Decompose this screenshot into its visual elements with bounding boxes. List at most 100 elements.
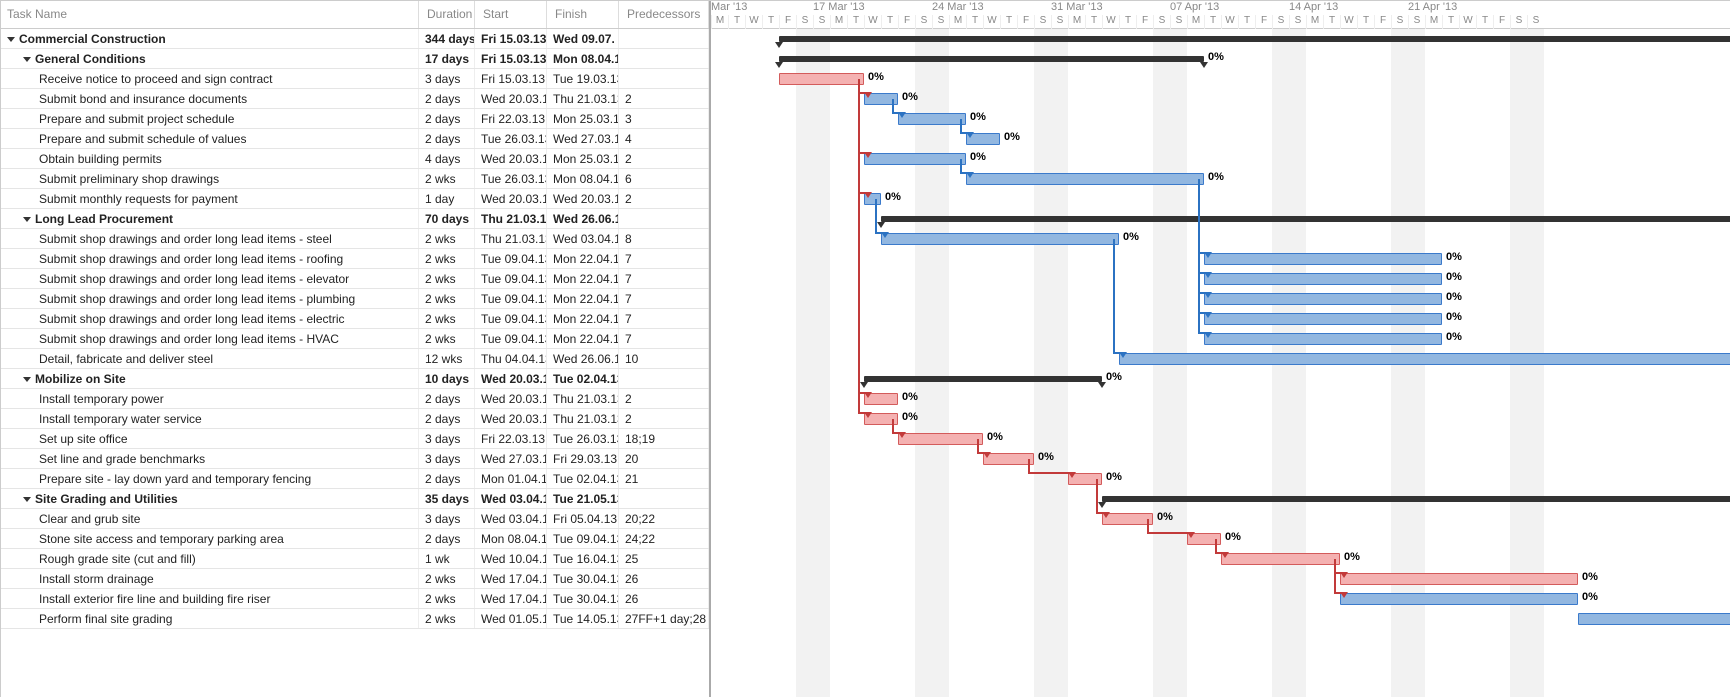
task-bar[interactable] (881, 233, 1119, 245)
cell-finish[interactable]: Mon 08.04.1 (547, 49, 619, 68)
cell-predecessors[interactable]: 2 (619, 149, 709, 168)
cell-finish[interactable]: Tue 21.05.13 (547, 489, 619, 508)
table-row[interactable]: Submit monthly requests for payment1 day… (1, 189, 709, 209)
cell-start[interactable]: Fri 22.03.13 (475, 429, 547, 448)
cell-duration[interactable]: 3 days (419, 429, 475, 448)
table-row[interactable]: Site Grading and Utilities35 daysWed 03.… (1, 489, 709, 509)
cell-name[interactable]: General Conditions (1, 49, 419, 68)
cell-name[interactable]: Commercial Construction (1, 29, 419, 48)
cell-predecessors[interactable]: 8 (619, 229, 709, 248)
collapse-icon[interactable] (7, 37, 15, 42)
task-bar[interactable] (966, 173, 1204, 185)
cell-finish[interactable]: Fri 05.04.13 (547, 509, 619, 528)
table-row[interactable]: General Conditions17 daysFri 15.03.13Mon… (1, 49, 709, 69)
cell-finish[interactable]: Mon 25.03.1 (547, 109, 619, 128)
critical-task-bar[interactable] (779, 73, 864, 85)
cell-duration[interactable]: 2 wks (419, 569, 475, 588)
cell-duration[interactable]: 2 days (419, 469, 475, 488)
cell-predecessors[interactable]: 18;19 (619, 429, 709, 448)
cell-duration[interactable]: 2 wks (419, 329, 475, 348)
summary-bar[interactable] (1102, 496, 1730, 502)
cell-duration[interactable]: 70 days (419, 209, 475, 228)
table-row[interactable]: Submit shop drawings and order long lead… (1, 229, 709, 249)
cell-name[interactable]: Submit shop drawings and order long lead… (1, 329, 419, 348)
cell-duration[interactable]: 3 days (419, 509, 475, 528)
cell-start[interactable]: Wed 20.03.1 (475, 89, 547, 108)
task-bar[interactable] (1204, 253, 1442, 265)
critical-task-bar[interactable] (1221, 553, 1340, 565)
cell-finish[interactable]: Mon 22.04.1 (547, 329, 619, 348)
cell-duration[interactable]: 2 wks (419, 289, 475, 308)
task-bar[interactable] (1204, 333, 1442, 345)
cell-finish[interactable]: Tue 30.04.13 (547, 569, 619, 588)
cell-finish[interactable]: Tue 02.04.13 (547, 469, 619, 488)
collapse-icon[interactable] (23, 217, 31, 222)
cell-duration[interactable]: 10 days (419, 369, 475, 388)
cell-start[interactable]: Mon 08.04.1 (475, 529, 547, 548)
cell-name[interactable]: Submit bond and insurance documents (1, 89, 419, 108)
table-row[interactable]: Set up site office3 daysFri 22.03.13Tue … (1, 429, 709, 449)
cell-finish[interactable]: Tue 26.03.13 (547, 429, 619, 448)
cell-predecessors[interactable]: 6 (619, 169, 709, 188)
cell-start[interactable]: Wed 10.04.1 (475, 549, 547, 568)
summary-bar[interactable] (779, 56, 1204, 62)
cell-duration[interactable]: 2 wks (419, 229, 475, 248)
cell-predecessors[interactable] (619, 369, 709, 388)
cell-predecessors[interactable] (619, 29, 709, 48)
cell-duration[interactable]: 2 wks (419, 169, 475, 188)
task-bar[interactable] (1578, 613, 1730, 625)
cell-predecessors[interactable] (619, 69, 709, 88)
cell-start[interactable]: Tue 09.04.13 (475, 309, 547, 328)
cell-start[interactable]: Tue 26.03.13 (475, 129, 547, 148)
cell-finish[interactable]: Wed 03.04.1 (547, 229, 619, 248)
cell-start[interactable]: Fri 15.03.13 (475, 49, 547, 68)
table-row[interactable]: Prepare and submit schedule of values2 d… (1, 129, 709, 149)
table-row[interactable]: Submit shop drawings and order long lead… (1, 329, 709, 349)
cell-start[interactable]: Wed 17.04.1 (475, 569, 547, 588)
cell-duration[interactable]: 2 wks (419, 269, 475, 288)
cell-finish[interactable]: Thu 21.03.13 (547, 89, 619, 108)
cell-name[interactable]: Set up site office (1, 429, 419, 448)
cell-start[interactable]: Tue 26.03.13 (475, 169, 547, 188)
table-row[interactable]: Submit shop drawings and order long lead… (1, 269, 709, 289)
cell-name[interactable]: Install storm drainage (1, 569, 419, 588)
cell-name[interactable]: Submit shop drawings and order long lead… (1, 229, 419, 248)
cell-start[interactable]: Wed 20.03.1 (475, 409, 547, 428)
cell-finish[interactable]: Wed 20.03.1 (547, 189, 619, 208)
cell-duration[interactable]: 2 days (419, 89, 475, 108)
cell-predecessors[interactable]: 25 (619, 549, 709, 568)
cell-predecessors[interactable]: 2 (619, 189, 709, 208)
table-row[interactable]: Long Lead Procurement70 daysThu 21.03.13… (1, 209, 709, 229)
cell-predecessors[interactable]: 2 (619, 89, 709, 108)
cell-predecessors[interactable]: 20;22 (619, 509, 709, 528)
cell-predecessors[interactable]: 20 (619, 449, 709, 468)
cell-name[interactable]: Submit shop drawings and order long lead… (1, 269, 419, 288)
cell-duration[interactable]: 2 days (419, 129, 475, 148)
cell-name[interactable]: Submit preliminary shop drawings (1, 169, 419, 188)
cell-name[interactable]: Receive notice to proceed and sign contr… (1, 69, 419, 88)
task-bar[interactable] (1340, 593, 1578, 605)
critical-task-bar[interactable] (898, 433, 983, 445)
table-row[interactable]: Install exterior fire line and building … (1, 589, 709, 609)
summary-bar[interactable] (881, 216, 1730, 222)
cell-start[interactable]: Wed 20.03.1 (475, 149, 547, 168)
cell-duration[interactable]: 1 day (419, 189, 475, 208)
cell-finish[interactable]: Tue 30.04.13 (547, 589, 619, 608)
cell-predecessors[interactable] (619, 49, 709, 68)
cell-finish[interactable]: Thu 21.03.13 (547, 389, 619, 408)
cell-name[interactable]: Detail, fabricate and deliver steel (1, 349, 419, 368)
cell-finish[interactable]: Wed 26.06.1 (547, 209, 619, 228)
cell-name[interactable]: Install exterior fire line and building … (1, 589, 419, 608)
table-row[interactable]: Prepare and submit project schedule2 day… (1, 109, 709, 129)
gantt-chart[interactable]: Mar '1317 Mar '1324 Mar '1331 Mar '1307 … (711, 1, 1730, 697)
cell-duration[interactable]: 2 days (419, 109, 475, 128)
cell-predecessors[interactable] (619, 209, 709, 228)
cell-predecessors[interactable]: 7 (619, 269, 709, 288)
cell-name[interactable]: Install temporary power (1, 389, 419, 408)
table-row[interactable]: Set line and grade benchmarks3 daysWed 2… (1, 449, 709, 469)
col-start[interactable]: Start (475, 1, 547, 28)
cell-duration[interactable]: 2 days (419, 389, 475, 408)
table-row[interactable]: Submit shop drawings and order long lead… (1, 309, 709, 329)
cell-predecessors[interactable]: 7 (619, 309, 709, 328)
cell-finish[interactable]: Mon 25.03.1 (547, 149, 619, 168)
